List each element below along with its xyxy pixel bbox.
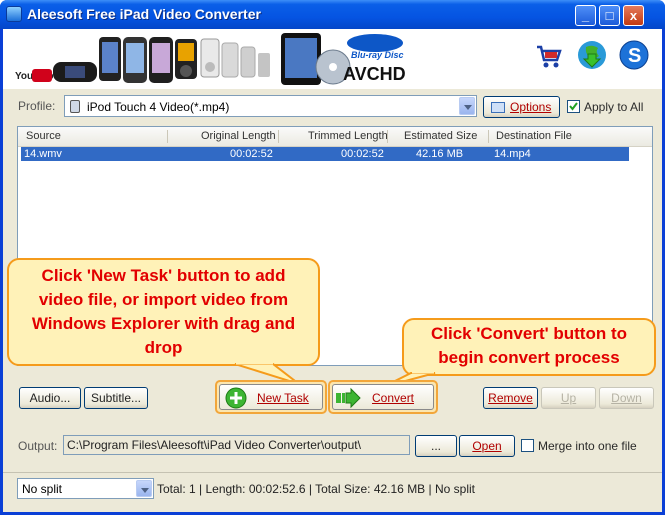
split-value: No split: [22, 482, 63, 496]
remove-button[interactable]: Remove: [483, 387, 538, 409]
open-button[interactable]: Open: [459, 435, 515, 457]
profile-select[interactable]: iPod Touch 4 Video(*.mp4): [64, 95, 477, 117]
col-estimated-size[interactable]: Estimated Size: [404, 127, 477, 146]
col-original-length[interactable]: Original Length: [201, 127, 276, 146]
window-title: Aleesoft Free iPad Video Converter: [27, 6, 261, 22]
close-button[interactable]: x: [623, 5, 644, 26]
app-window: Aleesoft Free iPad Video Converter _ □ x…: [0, 0, 665, 515]
svg-text:Blu-ray Disc: Blu-ray Disc: [351, 50, 404, 60]
convert-label: Convert: [372, 391, 415, 405]
cart-icon[interactable]: [533, 40, 563, 70]
options-icon: [491, 102, 505, 113]
new-task-callout-text: Click 'New Task' button to add video fil…: [31, 266, 296, 357]
new-task-label: New Task: [257, 391, 309, 405]
cell-original-length: 00:02:52: [230, 148, 273, 160]
cell-trimmed-length: 00:02:52: [341, 148, 384, 160]
cell-estimated-size: 42.16 MB: [416, 148, 464, 160]
convert-callout: Click 'Convert' button to begin convert …: [402, 318, 656, 376]
ipad-image: [281, 33, 321, 85]
cell-source: 14.wmv: [24, 148, 62, 160]
convert-arrow-icon: [336, 387, 361, 409]
col-destination-file[interactable]: Destination File: [496, 127, 572, 146]
maximize-button[interactable]: □: [599, 5, 620, 26]
app-icon: [6, 6, 22, 22]
devices-banner-graphic: You Tube: [15, 33, 406, 85]
table-row[interactable]: 14.wmv 00:02:52 00:02:52 42.16 MB 14.mp4: [21, 147, 629, 161]
minimize-button[interactable]: _: [575, 5, 596, 26]
update-download-icon[interactable]: [577, 40, 607, 70]
status-summary: Total: 1 | Length: 00:02:52.6 | Total Si…: [157, 482, 475, 496]
svg-text:S: S: [628, 45, 641, 67]
apply-to-all-checkbox[interactable]: [567, 100, 580, 113]
down-button[interactable]: Down: [599, 387, 654, 409]
new-task-callout: Click 'New Task' button to add video fil…: [7, 258, 320, 366]
chevron-down-icon[interactable]: [136, 480, 152, 497]
youtube-logo: You Tube: [15, 69, 60, 82]
output-path-field[interactable]: C:\Program Files\Aleesoft\iPad Video Con…: [63, 435, 410, 455]
subtitle-button[interactable]: Subtitle...: [84, 387, 148, 409]
ipod-icon: [70, 100, 80, 113]
svg-text:AVCHD: AVCHD: [343, 64, 406, 84]
col-trimmed-length[interactable]: Trimmed Length: [308, 127, 388, 146]
title-bar[interactable]: Aleesoft Free iPad Video Converter _ □ x: [0, 0, 665, 29]
split-select[interactable]: No split: [17, 478, 154, 499]
chevron-down-icon[interactable]: [459, 97, 475, 115]
status-bar: No split Total: 1 | Length: 00:02:52.6 |…: [3, 472, 662, 510]
bluray-avchd-logo: Blu-ray Disc AVCHD: [343, 34, 406, 84]
browse-button[interactable]: ...: [415, 435, 457, 457]
convert-callout-text: Click 'Convert' button to begin convert …: [430, 324, 628, 367]
audio-button[interactable]: Audio...: [19, 387, 81, 409]
devices-strip: [53, 37, 270, 83]
merge-checkbox[interactable]: [521, 439, 534, 452]
check-icon: [569, 102, 578, 111]
help-s-icon[interactable]: S: [619, 40, 649, 70]
up-button[interactable]: Up: [541, 387, 596, 409]
profile-value: iPod Touch 4 Video(*.mp4): [87, 100, 230, 114]
options-label: Options: [510, 100, 552, 114]
merge-label: Merge into one file: [538, 439, 637, 453]
convert-button[interactable]: Convert: [328, 380, 438, 414]
apply-to-all-label: Apply to All: [584, 100, 644, 114]
output-label: Output:: [18, 439, 58, 453]
product-banner: You Tube: [3, 29, 662, 89]
options-button[interactable]: Options: [483, 96, 560, 118]
profile-label: Profile:: [18, 99, 56, 113]
cell-destination: 14.mp4: [494, 148, 531, 160]
col-source[interactable]: Source: [26, 127, 61, 146]
file-list-header: Source Original Length Trimmed Length Es…: [18, 127, 652, 147]
add-plus-icon: [225, 387, 247, 409]
new-task-button[interactable]: New Task: [215, 380, 327, 414]
